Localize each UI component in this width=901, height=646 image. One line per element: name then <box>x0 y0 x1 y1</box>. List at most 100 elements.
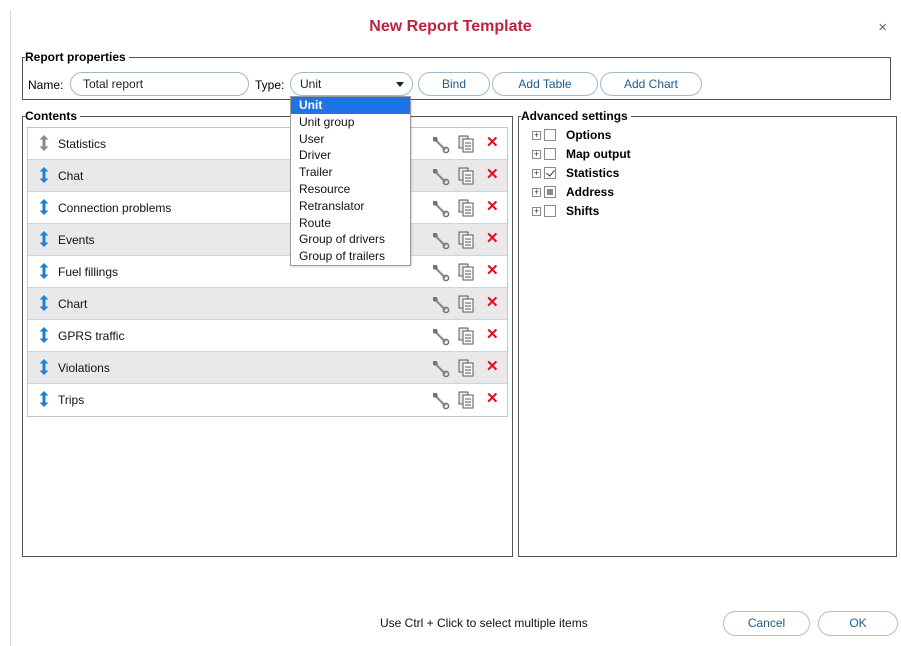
expand-icon[interactable]: + <box>532 188 541 197</box>
type-option[interactable]: Trailer <box>291 164 410 181</box>
wrench-icon[interactable] <box>430 198 450 218</box>
advanced-setting-checkbox[interactable] <box>544 148 556 160</box>
advanced-setting-checkbox[interactable] <box>544 186 556 198</box>
advanced-setting-label: Shifts <box>566 204 600 218</box>
type-option[interactable]: Group of drivers <box>291 231 410 248</box>
expand-icon[interactable]: + <box>532 207 541 216</box>
content-row-label: Events <box>58 233 95 247</box>
content-row[interactable]: GPRS traffic ✕ <box>28 320 507 352</box>
delete-icon[interactable]: ✕ <box>486 326 499 344</box>
delete-icon[interactable]: ✕ <box>486 230 499 248</box>
wrench-icon[interactable] <box>430 326 450 346</box>
advanced-setting-label: Options <box>566 128 612 142</box>
delete-icon[interactable]: ✕ <box>486 390 499 408</box>
content-row[interactable]: Events ✕ <box>28 224 507 256</box>
wrench-icon[interactable] <box>430 134 450 154</box>
advanced-setting-label: Address <box>566 185 615 199</box>
chevron-down-icon <box>396 82 404 87</box>
content-row-label: Violations <box>58 361 110 375</box>
add-table-button[interactable]: Add Table <box>492 72 598 96</box>
bind-button[interactable]: Bind <box>418 72 490 96</box>
report-properties-group: Report properties Name: Total report Typ… <box>22 50 891 100</box>
delete-icon[interactable]: ✕ <box>486 166 499 184</box>
move-arrow-icon[interactable] <box>39 135 49 151</box>
type-option[interactable]: Route <box>291 215 410 232</box>
contents-group: Contents Statistics ✕ Chat ✕ Connection prob… <box>22 109 513 557</box>
copy-icon[interactable] <box>458 167 474 185</box>
move-arrow-icon[interactable] <box>39 391 49 407</box>
type-label: Type: <box>255 78 285 92</box>
expand-icon[interactable]: + <box>532 169 541 178</box>
move-arrow-icon[interactable] <box>39 327 49 343</box>
advanced-setting-label: Statistics <box>566 166 620 180</box>
delete-icon[interactable]: ✕ <box>486 134 499 152</box>
content-row-label: GPRS traffic <box>58 329 125 343</box>
copy-icon[interactable] <box>458 199 474 217</box>
content-row-label: Chart <box>58 297 88 311</box>
type-select-value: Unit <box>300 77 322 91</box>
content-row[interactable]: Chart ✕ <box>28 288 507 320</box>
new-report-template-dialog: New Report Template × Report properties … <box>0 0 901 646</box>
close-icon[interactable]: × <box>878 20 887 35</box>
wrench-icon[interactable] <box>430 390 450 410</box>
copy-icon[interactable] <box>458 327 474 345</box>
content-row[interactable]: Statistics ✕ <box>28 128 507 160</box>
copy-icon[interactable] <box>458 135 474 153</box>
type-option[interactable]: Retranslator <box>291 198 410 215</box>
type-option[interactable]: Unit <box>291 97 410 114</box>
delete-icon[interactable]: ✕ <box>486 262 499 280</box>
move-arrow-icon[interactable] <box>39 231 49 247</box>
content-row[interactable]: Chat ✕ <box>28 160 507 192</box>
copy-icon[interactable] <box>458 359 474 377</box>
move-arrow-icon[interactable] <box>39 167 49 183</box>
wrench-icon[interactable] <box>430 358 450 378</box>
move-arrow-icon[interactable] <box>39 199 49 215</box>
expand-icon[interactable]: + <box>532 131 541 140</box>
delete-icon[interactable]: ✕ <box>486 198 499 216</box>
copy-icon[interactable] <box>458 391 474 409</box>
move-arrow-icon[interactable] <box>39 359 49 375</box>
type-dropdown-list: Unit Unit group User Driver Trailer Resource R… <box>290 96 411 266</box>
type-select[interactable]: Unit <box>290 72 413 96</box>
content-row-label: Trips <box>58 393 85 407</box>
name-label: Name: <box>28 78 64 92</box>
contents-list: Statistics ✕ Chat ✕ Connection problems ✕ Even… <box>27 127 508 417</box>
wrench-icon[interactable] <box>430 294 450 314</box>
add-chart-button[interactable]: Add Chart <box>600 72 702 96</box>
copy-icon[interactable] <box>458 231 474 249</box>
wrench-icon[interactable] <box>430 262 450 282</box>
advanced-setting-checkbox[interactable] <box>544 205 556 217</box>
name-input[interactable]: Total report <box>70 72 249 96</box>
type-option[interactable]: Resource <box>291 181 410 198</box>
expand-icon[interactable]: + <box>532 150 541 159</box>
type-option[interactable]: User <box>291 131 410 148</box>
move-arrow-icon[interactable] <box>39 263 49 279</box>
content-row-label: Chat <box>58 169 84 183</box>
type-option[interactable]: Unit group <box>291 114 410 131</box>
copy-icon[interactable] <box>458 295 474 313</box>
advanced-setting-checkbox[interactable] <box>544 167 556 179</box>
type-option[interactable]: Driver <box>291 147 410 164</box>
contents-legend: Contents <box>25 109 80 123</box>
content-row[interactable]: Violations ✕ <box>28 352 507 384</box>
content-row-label: Connection problems <box>58 201 172 215</box>
delete-icon[interactable]: ✕ <box>486 358 499 376</box>
wrench-icon[interactable] <box>430 230 450 250</box>
ok-button[interactable]: OK <box>818 611 898 636</box>
multi-select-hint: Use Ctrl + Click to select multiple item… <box>380 616 588 630</box>
type-option[interactable]: Group of trailers <box>291 248 410 265</box>
report-properties-legend: Report properties <box>25 50 129 64</box>
content-row[interactable]: Trips ✕ <box>28 384 507 416</box>
wrench-icon[interactable] <box>430 166 450 186</box>
cancel-button[interactable]: Cancel <box>723 611 810 636</box>
delete-icon[interactable]: ✕ <box>486 294 499 312</box>
advanced-setting-checkbox[interactable] <box>544 129 556 141</box>
dialog-title: New Report Template <box>369 18 532 35</box>
advanced-setting-label: Map output <box>566 147 631 161</box>
copy-icon[interactable] <box>458 263 474 281</box>
content-row[interactable]: Connection problems ✕ <box>28 192 507 224</box>
content-row-label: Statistics <box>58 137 107 151</box>
content-row-label: Fuel fillings <box>58 265 119 279</box>
content-row[interactable]: Fuel fillings ✕ <box>28 256 507 288</box>
move-arrow-icon[interactable] <box>39 295 49 311</box>
